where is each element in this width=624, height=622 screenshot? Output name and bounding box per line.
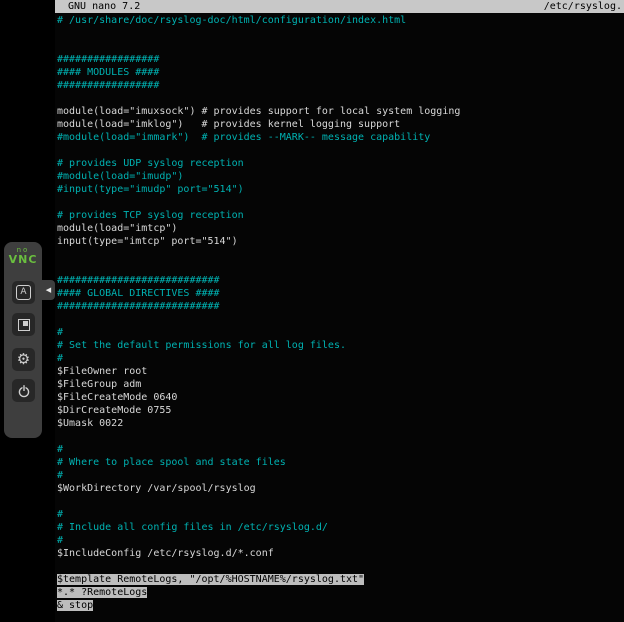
- collapse-arrow-icon: ◀: [46, 286, 51, 294]
- terminal-line: # Set the default permissions for all lo…: [57, 339, 624, 352]
- terminal-line: #: [57, 352, 624, 365]
- terminal-line: [57, 40, 624, 53]
- terminal-line: # Include all config files in /etc/rsysl…: [57, 521, 624, 534]
- fullscreen-button[interactable]: [12, 313, 35, 336]
- terminal-lines: # /usr/share/doc/rsyslog-doc/html/config…: [57, 14, 624, 612]
- nano-titlebar: GNU nano 7.2 /etc/rsyslog.: [55, 0, 624, 13]
- fullscreen-icon: [18, 319, 30, 331]
- terminal-line: input(type="imtcp" port="514"): [57, 235, 624, 248]
- terminal-line: & stop: [57, 599, 624, 612]
- nano-version: GNU nano 7.2: [68, 0, 140, 13]
- terminal-line: #input(type="imudp" port="514"): [57, 183, 624, 196]
- terminal-line: # provides UDP syslog reception: [57, 157, 624, 170]
- novnc-logo: no VNC: [4, 247, 42, 265]
- novnc-control-panel: no VNC A ⚙: [4, 242, 42, 438]
- screen: no VNC A ⚙ ◀ GNU nano 7.2 /etc/rsyslog. …: [0, 0, 624, 622]
- terminal-line: $FileGroup adm: [57, 378, 624, 391]
- novnc-logo-vnc: VNC: [4, 254, 42, 265]
- terminal-line: *.* ?RemoteLogs: [57, 586, 624, 599]
- terminal-line: #: [57, 326, 624, 339]
- terminal-line: [57, 144, 624, 157]
- terminal-line: #################: [57, 53, 624, 66]
- control-bar-handle[interactable]: ◀: [42, 280, 55, 300]
- terminal-line: #: [57, 469, 624, 482]
- terminal-line: ###########################: [57, 300, 624, 313]
- keyboard-button[interactable]: A: [12, 281, 35, 304]
- terminal-line: module(load="imuxsock") # provides suppo…: [57, 105, 624, 118]
- power-button[interactable]: [12, 379, 35, 402]
- terminal-line: $WorkDirectory /var/spool/rsyslog: [57, 482, 624, 495]
- terminal-line: #module(load="imudp"): [57, 170, 624, 183]
- settings-button[interactable]: ⚙: [12, 348, 35, 371]
- nano-filename: /etc/rsyslog.: [544, 0, 622, 13]
- terminal-line: $FileCreateMode 0640: [57, 391, 624, 404]
- power-icon: [17, 384, 31, 398]
- keyboard-icon: A: [16, 285, 31, 300]
- terminal-line: [57, 495, 624, 508]
- terminal-line: [57, 196, 624, 209]
- terminal-line: # provides TCP syslog reception: [57, 209, 624, 222]
- terminal-line: #################: [57, 79, 624, 92]
- gear-icon: ⚙: [17, 352, 30, 367]
- terminal-line: [57, 313, 624, 326]
- terminal-line: # Where to place spool and state files: [57, 456, 624, 469]
- terminal-line: #### GLOBAL DIRECTIVES ####: [57, 287, 624, 300]
- terminal-line: $IncludeConfig /etc/rsyslog.d/*.conf: [57, 547, 624, 560]
- terminal-line: module(load="imtcp"): [57, 222, 624, 235]
- terminal-line: $template RemoteLogs, "/opt/%HOSTNAME%/r…: [57, 573, 624, 586]
- terminal-line: #: [57, 443, 624, 456]
- terminal-line: [57, 92, 624, 105]
- terminal-line: #module(load="immark") # provides --MARK…: [57, 131, 624, 144]
- terminal-line: ###########################: [57, 274, 624, 287]
- terminal-line: [57, 27, 624, 40]
- terminal-line: #: [57, 534, 624, 547]
- terminal-line: $Umask 0022: [57, 417, 624, 430]
- terminal-line: # /usr/share/doc/rsyslog-doc/html/config…: [57, 14, 624, 27]
- terminal-line: $DirCreateMode 0755: [57, 404, 624, 417]
- terminal-line: [57, 430, 624, 443]
- terminal-line: #### MODULES ####: [57, 66, 624, 79]
- terminal-line: [57, 248, 624, 261]
- terminal-line: #: [57, 508, 624, 521]
- terminal-line: $FileOwner root: [57, 365, 624, 378]
- terminal-line: [57, 560, 624, 573]
- terminal-line: [57, 261, 624, 274]
- terminal-line: module(load="imklog") # provides kernel …: [57, 118, 624, 131]
- nano-editor[interactable]: GNU nano 7.2 /etc/rsyslog. # /usr/share/…: [55, 0, 624, 622]
